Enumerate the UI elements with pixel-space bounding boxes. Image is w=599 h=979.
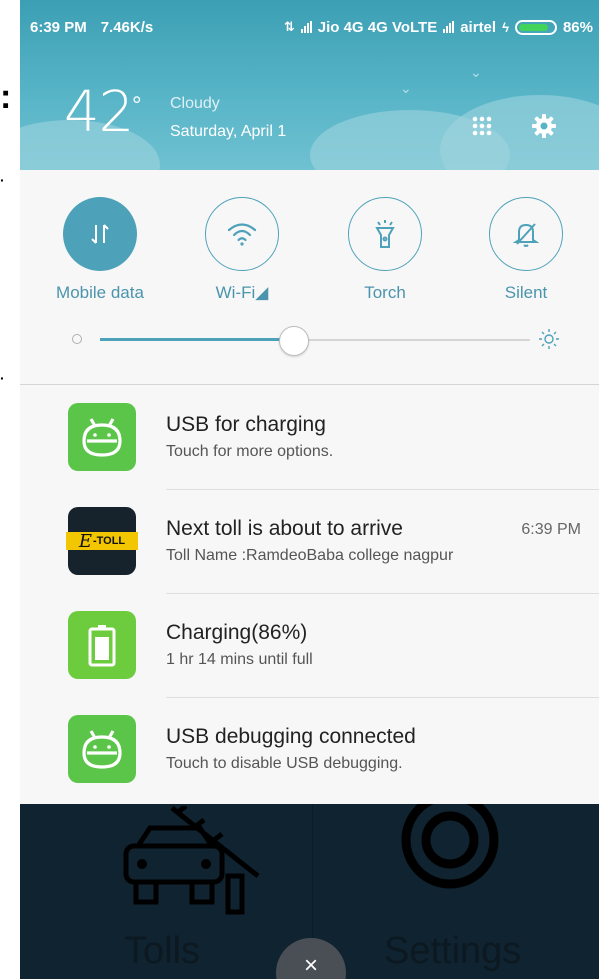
network-speed: 7.46K/s bbox=[100, 18, 154, 36]
charging-bolt-icon: ϟ bbox=[502, 19, 509, 35]
edge-glyph: · bbox=[0, 172, 5, 188]
carrier-2: airtel bbox=[460, 18, 497, 36]
etoll-icon: E -TOLL bbox=[66, 507, 138, 575]
toggle-label: Torch bbox=[364, 283, 406, 302]
notification-list: USB for charging Touch for more options.… bbox=[20, 385, 599, 804]
degree-symbol: ° bbox=[132, 92, 142, 119]
notification-charging[interactable]: Charging(86%) 1 hr 14 mins until full bbox=[20, 593, 599, 697]
notification-title: USB debugging connected bbox=[166, 725, 416, 748]
brightness-low-icon bbox=[72, 334, 82, 344]
brightness-high-icon bbox=[539, 329, 559, 349]
signal-icon bbox=[300, 21, 312, 33]
bird-decoration: ⌄ bbox=[400, 80, 412, 96]
notification-header: ⌄ ⌄ 6:39 PM 7.46K/s ⇅ Jio 4G 4G VoLTE ai… bbox=[20, 0, 599, 170]
cloud-decoration bbox=[440, 95, 599, 170]
toggle-label: Silent bbox=[504, 283, 548, 302]
notification-title: Charging(86%) bbox=[166, 621, 308, 644]
notification-text: Toll Name :RamdeoBaba college nagpur bbox=[166, 547, 454, 564]
mobile-data-icon bbox=[63, 197, 137, 271]
slider-fill bbox=[100, 338, 294, 341]
battery-percent: 86% bbox=[562, 18, 593, 36]
tab-settings[interactable]: Settings bbox=[384, 930, 521, 973]
status-bar: 6:39 PM 7.46K/s ⇅ Jio 4G 4G VoLTE airtel… bbox=[30, 14, 593, 40]
car-toll-icon bbox=[123, 806, 260, 915]
date-label: Saturday, April 1 bbox=[170, 123, 287, 140]
wifi-icon bbox=[205, 197, 279, 271]
notification-usb-charging[interactable]: USB for charging Touch for more options. bbox=[20, 385, 599, 489]
toggle-torch[interactable]: Torch bbox=[315, 197, 455, 303]
notification-title: Next toll is about to arrive bbox=[166, 517, 403, 540]
silent-bell-icon bbox=[489, 197, 563, 271]
background-app: Tolls Settings × bbox=[20, 804, 599, 979]
gear-icon[interactable] bbox=[530, 112, 558, 140]
android-icon bbox=[68, 403, 136, 471]
notification-usb-debugging[interactable]: USB debugging connected Touch to disable… bbox=[20, 697, 599, 801]
apps-grid-icon[interactable] bbox=[468, 112, 496, 140]
etoll-letter: E bbox=[78, 530, 92, 552]
data-arrows-icon: ⇅ bbox=[283, 19, 295, 34]
notification-title: USB for charging bbox=[166, 413, 326, 436]
notification-text: Touch to disable USB debugging. bbox=[166, 755, 403, 772]
android-icon bbox=[68, 715, 136, 783]
notification-etoll[interactable]: E -TOLL Next toll is about to arrive 6:3… bbox=[20, 489, 599, 593]
carrier-1: Jio 4G 4G VoLTE bbox=[317, 18, 438, 36]
notification-text: 1 hr 14 mins until full bbox=[166, 651, 313, 668]
toggle-mobile-data[interactable]: Mobile data bbox=[30, 197, 170, 303]
tab-tolls[interactable]: Tolls bbox=[124, 930, 200, 973]
gear-icon bbox=[401, 804, 499, 889]
battery-icon bbox=[514, 19, 557, 35]
weather-condition: Cloudy bbox=[170, 95, 220, 112]
toggle-wifi[interactable]: Wi-Fi◢ bbox=[172, 197, 312, 303]
brightness-slider[interactable] bbox=[70, 325, 560, 356]
bird-decoration: ⌄ bbox=[470, 64, 482, 80]
signal-icon bbox=[443, 21, 455, 33]
close-icon[interactable]: × bbox=[276, 938, 346, 979]
quick-settings-panel: Mobile data Wi-Fi◢ Torch Silent bbox=[20, 170, 599, 385]
toggle-label: Wi-Fi◢ bbox=[215, 283, 269, 302]
status-time: 6:39 PM bbox=[30, 18, 87, 36]
etoll-logo: E -TOLL bbox=[66, 530, 138, 552]
battery-icon bbox=[68, 611, 136, 679]
phone-screen: ⌄ ⌄ 6:39 PM 7.46K/s ⇅ Jio 4G 4G VoLTE ai… bbox=[20, 0, 599, 979]
notification-text: Touch for more options. bbox=[166, 443, 334, 460]
etoll-word: -TOLL bbox=[92, 535, 126, 547]
edge-glyph: · bbox=[0, 370, 5, 386]
notification-time: 6:39 PM bbox=[521, 521, 581, 538]
edge-glyph: : bbox=[0, 78, 12, 116]
torch-icon bbox=[348, 197, 422, 271]
slider-thumb[interactable] bbox=[279, 326, 309, 356]
toggle-silent[interactable]: Silent bbox=[456, 197, 596, 303]
toggle-label: Mobile data bbox=[56, 283, 144, 302]
temperature: 42 bbox=[64, 80, 134, 145]
